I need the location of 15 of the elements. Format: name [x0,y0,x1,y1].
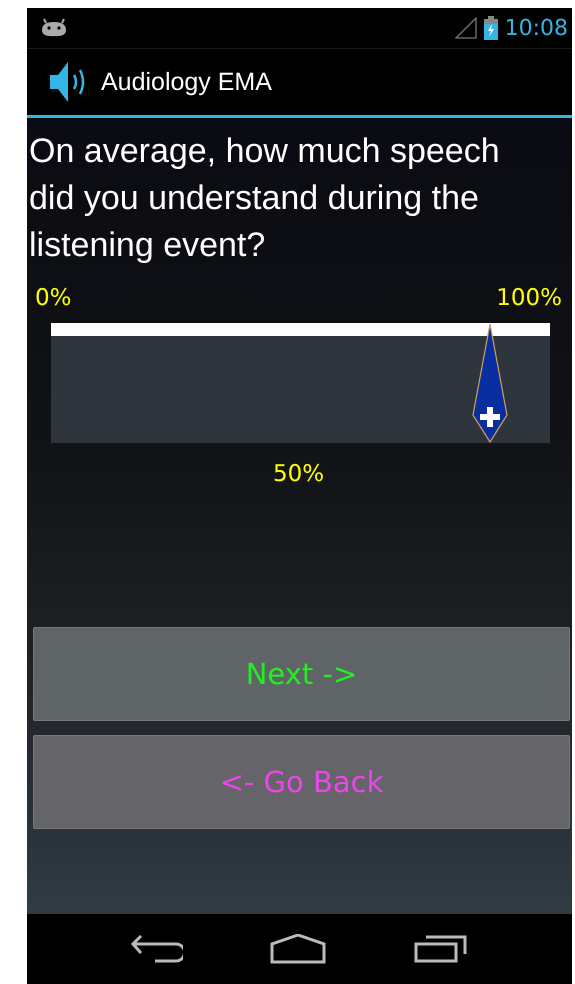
battery-icon [482,16,499,40]
slider-thumb[interactable] [471,322,510,443]
slider-track[interactable] [51,322,550,443]
signal-icon [454,17,477,39]
android-icon [39,18,69,38]
recent-apps-icon[interactable] [414,935,468,963]
max-label: 100% [496,284,562,311]
app-title: Audiology EMA [101,68,272,96]
nav-button[interactable]: Next -> [33,626,570,721]
back-icon[interactable] [130,935,183,963]
clock: 10:08 [504,16,568,40]
min-label: 0% [35,284,72,311]
slider-value: 50% [272,460,326,487]
home-icon[interactable] [270,934,326,964]
question-text: On average, how much speech did you understand during the listening event? [28,131,501,266]
